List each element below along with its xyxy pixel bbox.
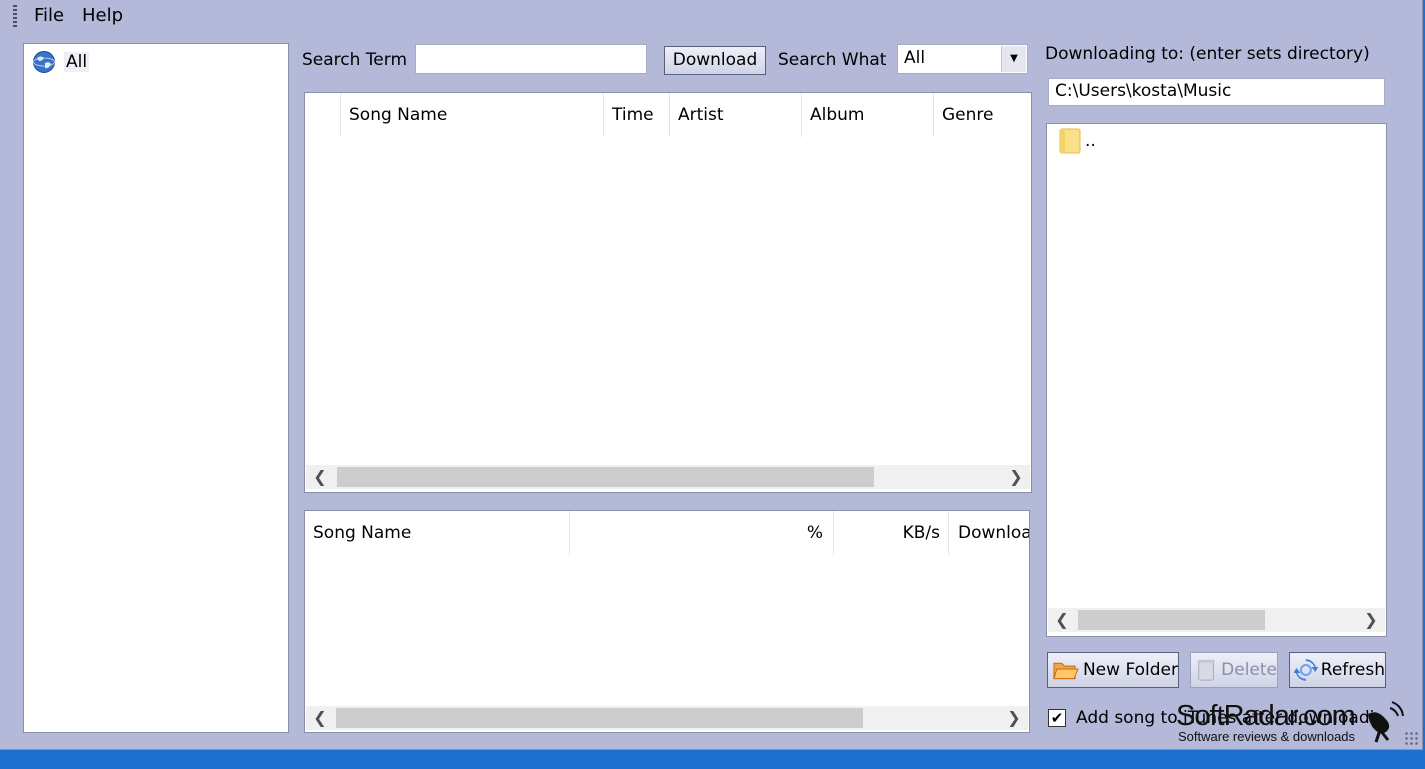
scroll-right-icon[interactable]: ❯: [1002, 706, 1026, 730]
results-header-blank: [305, 93, 341, 137]
delete-label: Delete: [1221, 660, 1277, 680]
open-folder-icon: [1053, 662, 1079, 680]
refresh-label: Refresh: [1320, 660, 1385, 680]
new-folder-button[interactable]: New Folder: [1047, 652, 1179, 688]
directory-label: Downloading to: (enter sets directory): [1045, 44, 1370, 64]
menu-grip: [13, 5, 17, 27]
watermark-subtitle: Software reviews & downloads: [1178, 729, 1356, 744]
column-album[interactable]: Album: [802, 93, 934, 137]
add-to-itunes-checkbox[interactable]: ✔: [1048, 709, 1066, 727]
delete-button[interactable]: Delete: [1190, 652, 1278, 688]
menu-help[interactable]: Help: [82, 5, 123, 26]
directory-list[interactable]: .. ❮ ❯: [1046, 123, 1387, 637]
menu-file[interactable]: File: [34, 5, 64, 26]
column-dl-downloaded[interactable]: Downloa: [949, 511, 1029, 555]
search-what-select[interactable]: All ▼: [897, 44, 1028, 74]
scroll-right-icon[interactable]: ❯: [1359, 608, 1383, 632]
scroll-thumb[interactable]: [337, 467, 874, 487]
downloads-table[interactable]: Song Name % KB/s Downloa ❮ ❯: [304, 510, 1030, 733]
tree-item-all[interactable]: All: [32, 50, 90, 74]
category-tree[interactable]: All: [23, 43, 289, 733]
column-dl-kbs[interactable]: KB/s: [834, 511, 949, 555]
scroll-thumb[interactable]: [1078, 610, 1265, 630]
refresh-icon: [1294, 659, 1318, 681]
results-header: Song Name Time Artist Album Genre: [305, 93, 1031, 137]
menu-bar: File Help: [0, 0, 1422, 32]
column-artist[interactable]: Artist: [670, 93, 802, 137]
downloads-header: Song Name % KB/s Downloa: [305, 511, 1029, 555]
directory-path-input[interactable]: C:\Users\kosta\Music: [1048, 78, 1385, 106]
directory-item-parent[interactable]: ..: [1059, 128, 1096, 154]
results-hscrollbar[interactable]: ❮ ❯: [306, 465, 1030, 489]
search-what-value: All: [904, 48, 926, 68]
search-term-input[interactable]: [415, 44, 647, 74]
column-song-name[interactable]: Song Name: [341, 93, 604, 137]
download-button[interactable]: Download: [664, 46, 766, 75]
column-genre[interactable]: Genre: [934, 93, 1031, 137]
satellite-dish-icon: [1368, 701, 1404, 743]
directory-item-label: ..: [1085, 131, 1096, 151]
results-table[interactable]: Song Name Time Artist Album Genre ❮ ❯: [304, 92, 1032, 493]
scroll-thumb[interactable]: [336, 708, 863, 728]
column-dl-song-name[interactable]: Song Name: [305, 511, 570, 555]
downloads-hscrollbar[interactable]: ❮ ❯: [306, 706, 1028, 730]
main-window: File Help All Search Term Download Searc…: [0, 0, 1423, 750]
new-folder-label: New Folder: [1082, 660, 1178, 680]
globe-icon: [33, 51, 55, 73]
scroll-left-icon[interactable]: ❮: [308, 706, 332, 730]
refresh-button[interactable]: Refresh: [1289, 652, 1386, 688]
resize-grip[interactable]: [1404, 731, 1418, 745]
scroll-left-icon[interactable]: ❮: [1050, 608, 1074, 632]
folder-icon: [1059, 128, 1081, 154]
tree-item-label: All: [64, 52, 90, 72]
directory-hscrollbar[interactable]: ❮ ❯: [1048, 608, 1385, 632]
search-what-label: Search What: [778, 50, 887, 70]
search-term-label: Search Term: [302, 50, 408, 70]
trash-icon: [1197, 659, 1215, 681]
column-dl-percent[interactable]: %: [570, 511, 834, 555]
chevron-down-icon[interactable]: ▼: [1001, 46, 1026, 72]
scroll-right-icon[interactable]: ❯: [1004, 465, 1028, 489]
column-time[interactable]: Time: [604, 93, 670, 137]
scroll-left-icon[interactable]: ❮: [308, 465, 332, 489]
